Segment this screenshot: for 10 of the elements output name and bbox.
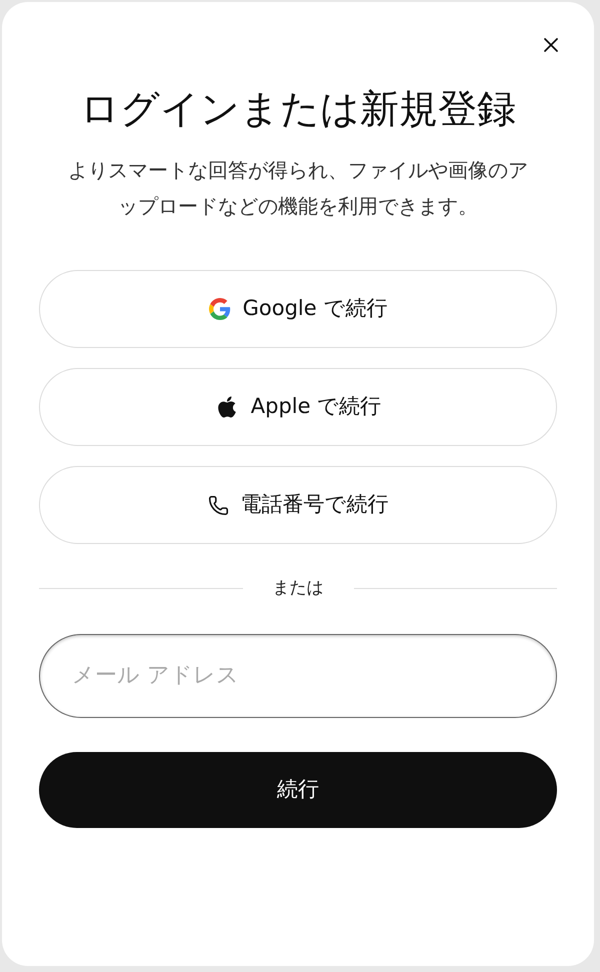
continue-with-provider-button[interactable]: Apple で続行 — [39, 368, 557, 446]
divider-label: または — [272, 577, 324, 600]
google-icon — [208, 298, 231, 320]
phone-icon — [208, 494, 228, 516]
continue-with-provider-button[interactable]: 電話番号で続行 — [39, 466, 557, 544]
continue-button[interactable]: 続行 — [39, 752, 557, 828]
continue-with-provider-button[interactable]: Google で続行 — [39, 270, 557, 348]
email-input-field[interactable]: メール アドレス — [39, 634, 557, 718]
dialog-description: よりスマートな回答が得られ、ファイルや画像のアップロードなどの機能を利用できます。 — [67, 157, 529, 220]
dialog-title: ログインまたは新規登録 — [80, 86, 516, 134]
